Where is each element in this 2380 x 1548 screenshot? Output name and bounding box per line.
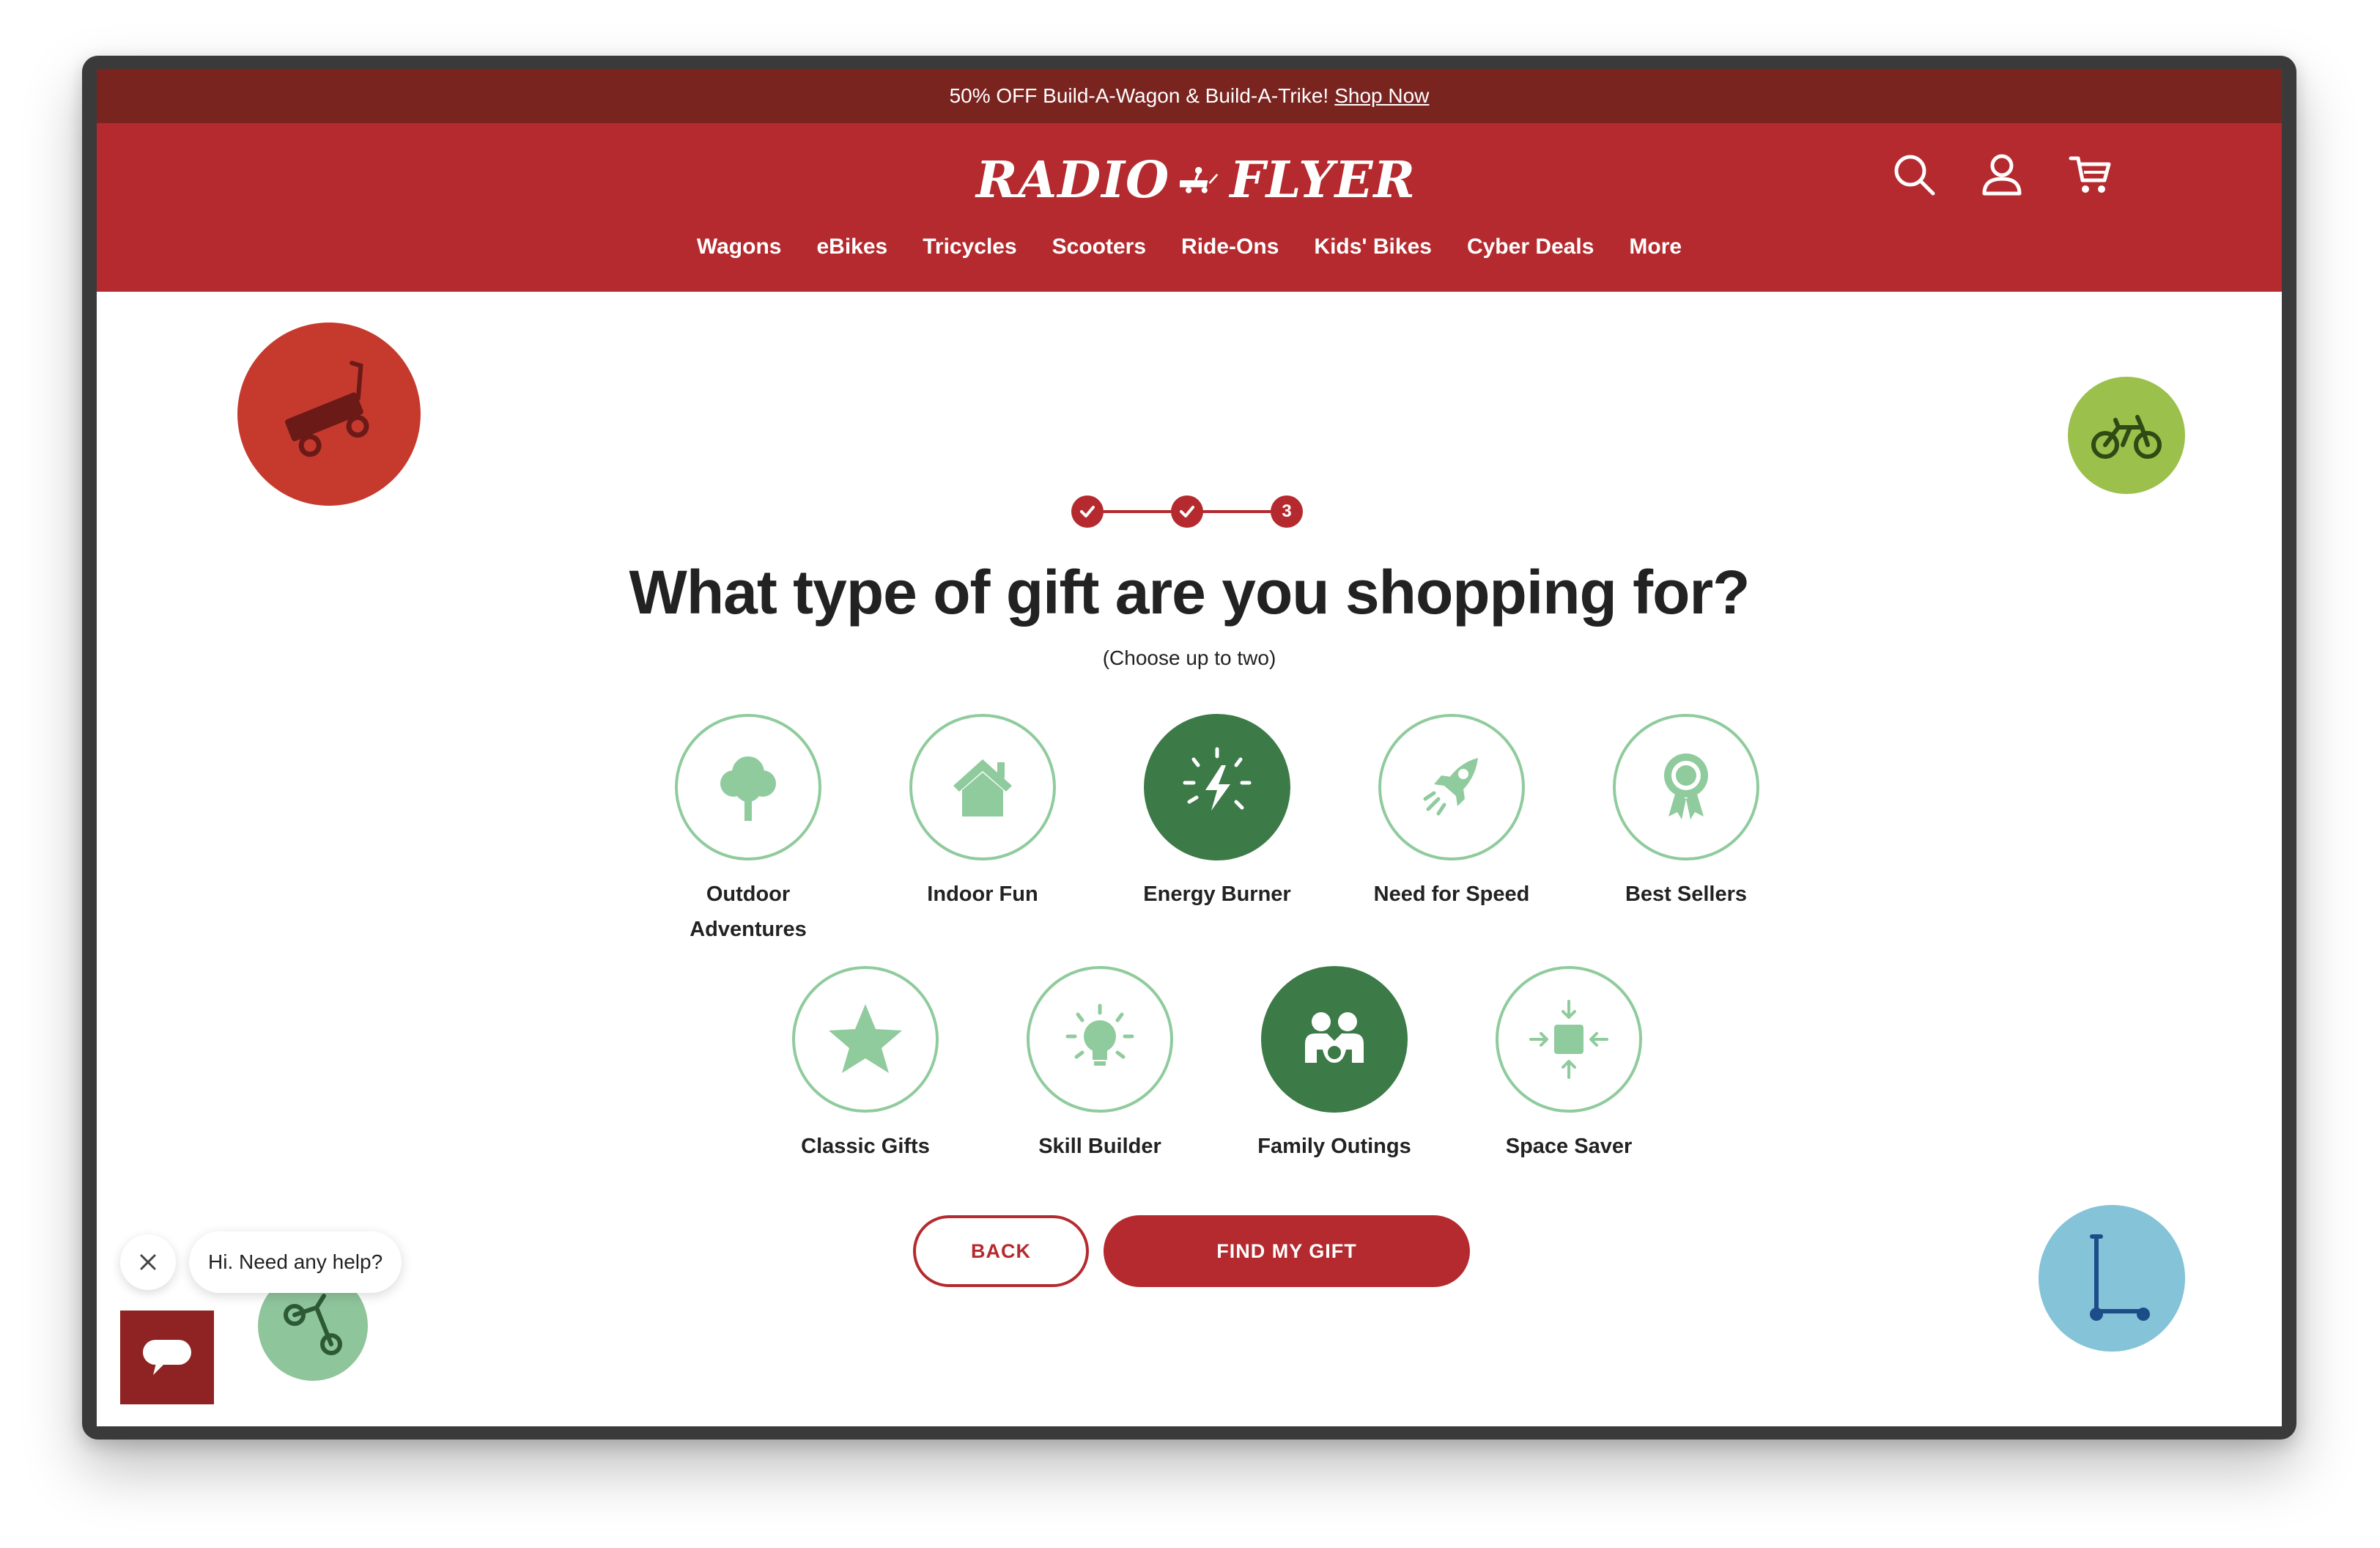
option-family-outings[interactable]: Family Outings	[1224, 966, 1444, 1164]
checkmark-icon	[1080, 506, 1095, 517]
option-circle	[1144, 714, 1290, 860]
nav-item-wagons[interactable]: Wagons	[697, 235, 782, 259]
star-icon	[829, 1004, 902, 1073]
step-2-complete	[1171, 495, 1203, 528]
chat-launcher-button[interactable]	[120, 1311, 214, 1404]
family-icon	[1305, 1012, 1364, 1063]
option-best-sellers[interactable]: Best Sellers	[1576, 714, 1796, 912]
shop-now-link[interactable]: Shop Now	[1334, 84, 1429, 108]
nav-item-tricycles[interactable]: Tricycles	[923, 235, 1016, 259]
main-nav: Wagons eBikes Tricycles Scooters Ride-On…	[97, 235, 2282, 259]
option-circle	[675, 714, 821, 860]
option-need-for-speed[interactable]: Need for Speed	[1342, 714, 1562, 912]
find-my-gift-button[interactable]: FIND MY GIFT	[1104, 1215, 1470, 1287]
award-ribbon-icon	[1664, 753, 1708, 819]
option-label: Outdoor Adventures	[690, 882, 807, 941]
nav-item-ebikes[interactable]: eBikes	[816, 235, 887, 259]
logo-wagon-icon	[1180, 166, 1219, 194]
option-space-saver[interactable]: Space Saver	[1459, 966, 1679, 1164]
nav-item-scooters[interactable]: Scooters	[1052, 235, 1146, 259]
option-skill-builder[interactable]: Skill Builder	[990, 966, 1210, 1164]
option-circle	[909, 714, 1056, 860]
option-label: Classic Gifts	[801, 1135, 930, 1158]
cart-icon[interactable]	[2066, 151, 2113, 198]
tricycle-icon	[284, 1294, 342, 1355]
lightbulb-icon	[1065, 1003, 1134, 1066]
compact-arrows-icon	[1529, 1000, 1608, 1079]
option-circle	[1261, 966, 1408, 1113]
nav-item-cyber-deals[interactable]: Cyber Deals	[1467, 235, 1594, 259]
chat-greeting-text: Hi. Need any help?	[208, 1250, 383, 1273]
option-label: Best Sellers	[1625, 882, 1748, 906]
header-actions	[1891, 151, 2113, 198]
option-energy-burner[interactable]: Energy Burner	[1107, 714, 1327, 912]
nav-item-more[interactable]: More	[1629, 235, 1682, 259]
radio-flyer-logo[interactable]: RADIO FLYER	[976, 151, 1416, 210]
back-button[interactable]: BACK	[913, 1215, 1089, 1287]
option-circle	[792, 966, 939, 1113]
decorative-scooter-circle	[2039, 1205, 2185, 1352]
chat-icon	[143, 1340, 191, 1375]
wagon-icon	[284, 361, 369, 457]
option-circle	[1027, 966, 1173, 1113]
close-icon	[140, 1254, 156, 1270]
house-icon	[953, 759, 1012, 817]
rocket-icon	[1423, 758, 1478, 816]
option-outdoor-adventures[interactable]: Outdoor Adventures	[638, 714, 858, 947]
quiz-subtitle: (Choose up to two)	[1102, 646, 1276, 669]
option-circle	[1613, 714, 1759, 860]
bike-icon	[2091, 415, 2162, 459]
option-classic-gifts[interactable]: Classic Gifts	[755, 966, 975, 1164]
chat-dismiss-button[interactable]	[120, 1234, 176, 1290]
step-3-current: 3	[1271, 495, 1303, 528]
option-label: Family Outings	[1257, 1135, 1411, 1158]
scooter-icon	[2090, 1234, 2150, 1321]
option-label: Skill Builder	[1038, 1135, 1161, 1158]
chat-greeting-bubble[interactable]: Hi. Need any help?	[189, 1231, 402, 1293]
browser-viewport: 50% OFF Build-A-Wagon & Build-A-Trike! S…	[97, 69, 2282, 1426]
decorative-bike-circle	[2068, 377, 2185, 494]
logo-text-right: FLYER	[1230, 151, 1416, 210]
promo-banner: 50% OFF Build-A-Wagon & Build-A-Trike! S…	[97, 69, 2282, 123]
step-1-complete	[1071, 495, 1104, 528]
decorative-wagon-circle	[237, 322, 421, 506]
progress-stepper: 3	[1071, 495, 1303, 528]
option-label: Energy Burner	[1143, 882, 1291, 906]
step-connector	[1102, 510, 1172, 513]
quiz-title: What type of gift are you shopping for?	[629, 558, 1751, 627]
step-connector	[1202, 510, 1272, 513]
lightning-icon	[1183, 747, 1252, 811]
option-label: Need for Speed	[1373, 882, 1530, 906]
option-label: Indoor Fun	[927, 882, 1038, 906]
option-indoor-fun[interactable]: Indoor Fun	[873, 714, 1093, 912]
nav-item-ride-ons[interactable]: Ride-Ons	[1181, 235, 1279, 259]
search-icon[interactable]	[1891, 151, 1937, 198]
site-header: RADIO FLYER Wagons eBikes Tricycles Scoo…	[97, 123, 2282, 292]
nav-item-kids-bikes[interactable]: Kids' Bikes	[1314, 235, 1432, 259]
option-circle	[1378, 714, 1525, 860]
account-icon[interactable]	[1978, 151, 2025, 198]
promo-text: 50% OFF Build-A-Wagon & Build-A-Trike!	[949, 84, 1329, 107]
option-circle	[1496, 966, 1642, 1113]
logo-text-left: RADIO	[976, 151, 1170, 210]
checkmark-icon	[1180, 506, 1194, 517]
tree-icon	[720, 756, 776, 821]
option-label: Space Saver	[1505, 1135, 1633, 1158]
